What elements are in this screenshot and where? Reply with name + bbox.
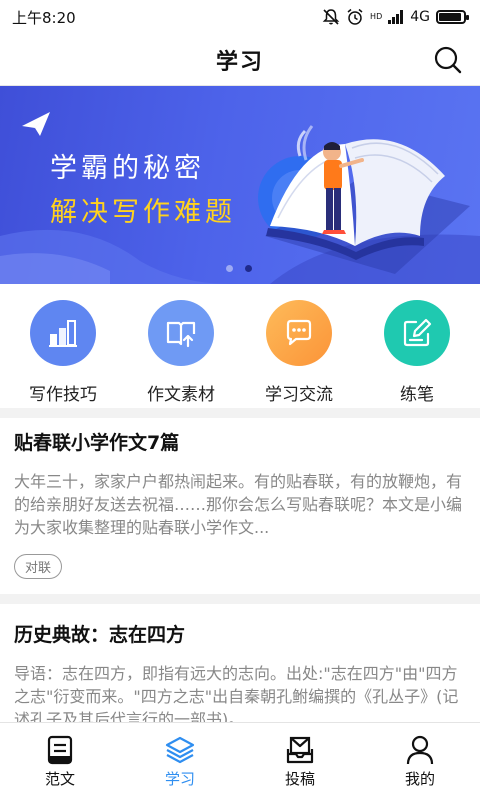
category-grid: 写作技巧 作文素材 学习交流 练笔 [0, 284, 480, 408]
category-label: 练笔 [400, 385, 434, 405]
hd-label: HD [370, 12, 383, 21]
battery-icon [436, 10, 469, 24]
chat-bubble-icon [286, 319, 312, 346]
nav-item-essays[interactable]: 范文 [0, 723, 120, 800]
carousel-dot-active[interactable] [245, 265, 252, 272]
banner-subheadline: 解决写作难题 [50, 197, 236, 228]
network-type: 4G [410, 9, 430, 25]
user-icon [406, 735, 434, 765]
banner-illustration [0, 112, 480, 284]
document-icon [47, 735, 73, 765]
category-practice-writing[interactable]: 练笔 [362, 284, 472, 408]
app-header: 学习 [0, 34, 480, 86]
nav-label: 投稿 [284, 770, 315, 788]
status-bar: 上午8:20 HD 4G [0, 0, 480, 34]
search-button[interactable] [432, 44, 464, 76]
status-icons: HD 4G [322, 8, 469, 26]
category-icon-bg [30, 300, 96, 366]
article-tag[interactable]: 对联 [14, 554, 63, 579]
chart-building-icon [49, 320, 77, 347]
category-icon-bg [384, 300, 450, 366]
nav-label: 我的 [404, 770, 435, 788]
mail-tray-icon [286, 736, 314, 764]
battery-level [439, 13, 461, 21]
article-excerpt: 大年三十，家家户户都热闹起来。有的贴春联，有的放鞭炮，有的给亲朋好友送去祝福……… [14, 472, 463, 537]
category-label: 写作技巧 [29, 385, 97, 405]
promo-banner[interactable]: 学霸的秘密 解决写作难题 [0, 86, 480, 284]
category-essay-materials[interactable]: 作文素材 [126, 284, 236, 408]
edit-square-icon [403, 318, 432, 347]
nav-item-submit[interactable]: 投稿 [240, 723, 360, 800]
book-upload-icon [166, 321, 196, 348]
nav-label: 范文 [44, 770, 75, 788]
alarm-icon [347, 8, 363, 25]
page-title: 学习 [215, 49, 264, 75]
category-study-exchange[interactable]: 学习交流 [244, 284, 354, 408]
section-divider [0, 408, 480, 418]
article-card[interactable]: 贴春联小学作文7篇 大年三十，家家户户都热闹起来。有的贴春联，有的放鞭炮，有的给… [0, 418, 480, 594]
article-excerpt: 导语：志在四方，即指有远大的志向。出处:"志在四方"由"四方之志"衍变而来。"四… [14, 664, 459, 722]
category-icon-bg [148, 300, 214, 366]
bottom-navigation: 范文 学习 投稿 我的 [0, 722, 480, 800]
banner-headline: 学霸的秘密 [50, 153, 205, 184]
category-label: 学习交流 [265, 385, 333, 405]
paper-plane-icon [22, 112, 50, 136]
article-card[interactable]: 历史典故：志在四方 导语：志在四方，即指有远大的志向。出处:"志在四方"由"四方… [0, 604, 480, 722]
section-divider [0, 594, 480, 604]
signal-icon [388, 10, 404, 24]
category-label: 作文素材 [147, 385, 215, 405]
article-title: 贴春联小学作文7篇 [14, 432, 180, 454]
status-time: 上午8:20 [12, 8, 76, 27]
nav-item-study[interactable]: 学习 [120, 723, 240, 800]
carousel-indicator [226, 265, 252, 272]
nav-label: 学习 [164, 770, 195, 788]
mute-icon [322, 9, 340, 25]
article-title: 历史典故：志在四方 [14, 624, 186, 646]
category-writing-tips[interactable]: 写作技巧 [8, 284, 118, 408]
search-icon [434, 46, 462, 74]
carousel-dot[interactable] [226, 265, 233, 272]
nav-item-me[interactable]: 我的 [360, 723, 480, 800]
layers-icon [165, 736, 195, 764]
category-icon-bg [266, 300, 332, 366]
